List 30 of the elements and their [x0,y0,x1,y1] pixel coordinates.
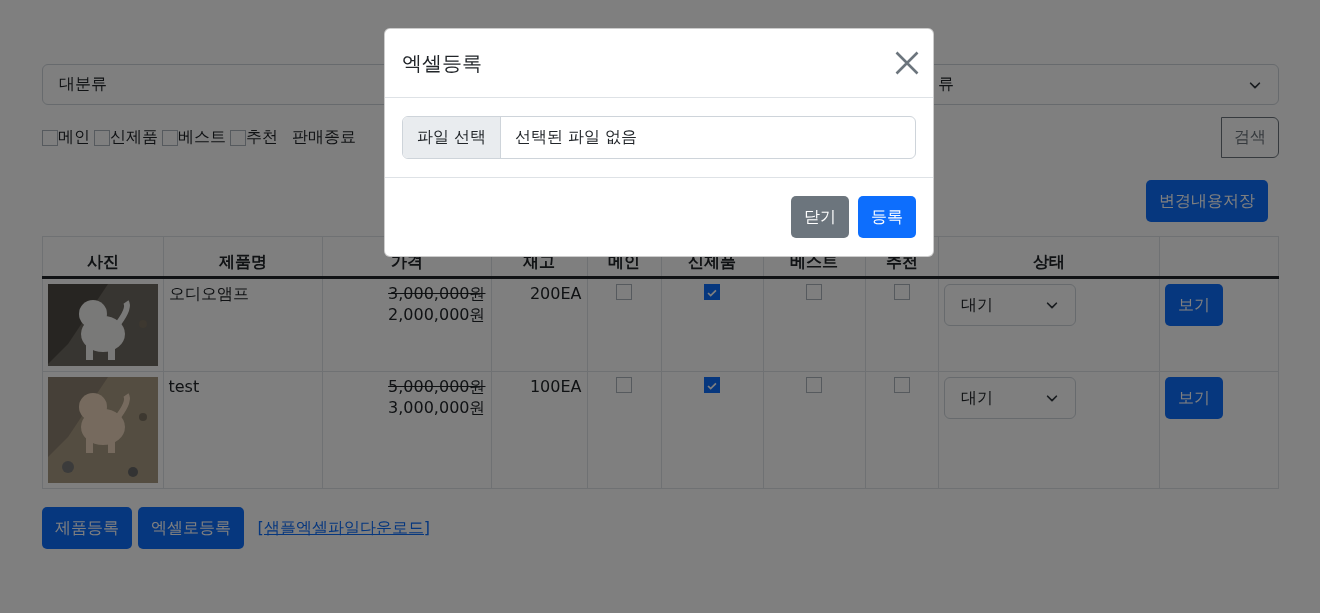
view-button[interactable]: 보기 [1164,377,1223,419]
sale-price: 3,000,000원 [387,398,486,419]
column-header: 상태 [1032,252,1065,271]
column-header: 사진 [86,252,119,271]
stock-count: 200EA [529,284,582,303]
register-button[interactable]: 제품등록 [41,507,132,549]
file-status: 선택된 파일 없음 [514,126,638,148]
checkbox-label: 메인 [57,127,90,148]
register-button[interactable]: 엑셀로등록 [137,507,244,549]
view-button[interactable]: 보기 [1164,284,1223,326]
original-price: 5,000,000원 [387,377,486,398]
download-link[interactable]: [샘플엑셀파일다운로드] [257,517,430,539]
sale-price: 2,000,000원 [387,305,486,326]
column-header: 제품명 [218,252,267,271]
submit-button[interactable]: 등록 [858,196,916,238]
status-select[interactable]: 대기 [943,284,1076,326]
product-name: test [168,377,200,396]
original-price: 3,000,000원 [387,284,486,305]
checkbox-label: 추천 [245,127,278,148]
checkbox-label: 베스트 [177,127,226,148]
status-select[interactable]: 대기 [943,377,1076,419]
checkbox-label: 신제품 [109,127,158,148]
file-select-button[interactable]: 파일 선택 [403,117,502,158]
close-button[interactable]: 닫기 [791,196,849,238]
search-button[interactable]: 검색 [1220,117,1279,158]
checkbox-label: 판매종료 [291,127,356,148]
save-button[interactable]: 변경내용저장 [1145,180,1268,222]
stock-count: 100EA [529,377,582,396]
product-name: 오디오앰프 [168,284,249,303]
file-input[interactable]: 파일 선택 선택된 파일 없음 [402,116,916,159]
